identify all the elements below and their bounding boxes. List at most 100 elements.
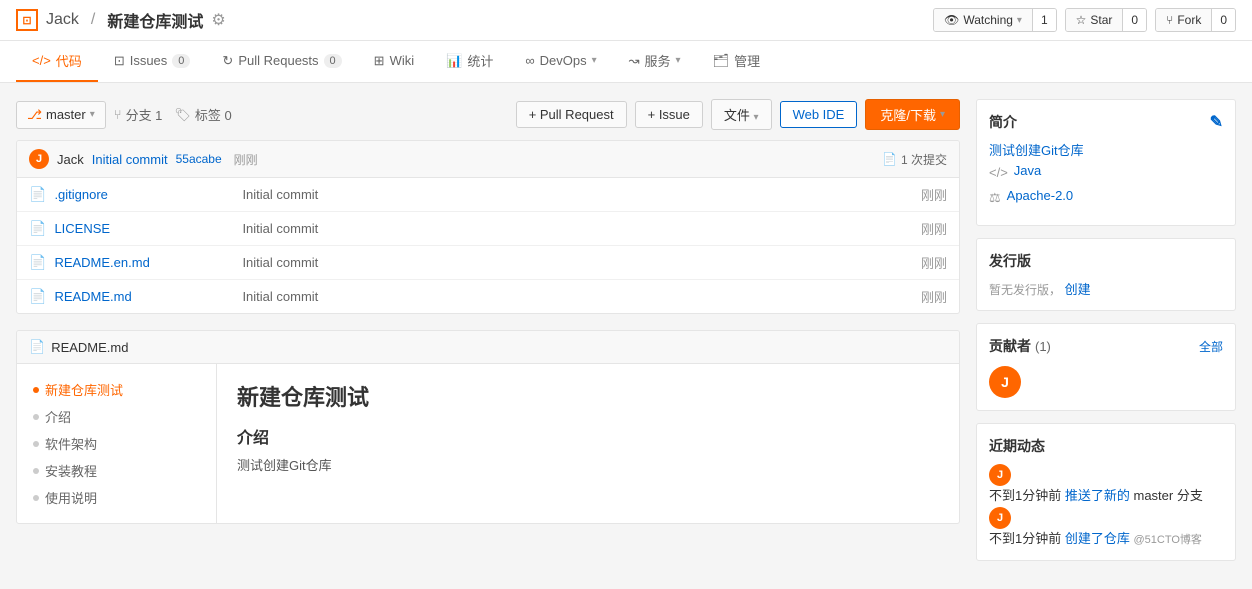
watching-button[interactable]: 👁 Watching ▾ (934, 9, 1033, 31)
tab-pullrequests[interactable]: ↻ Pull Requests 0 (206, 43, 357, 81)
repo-owner[interactable]: Jack (46, 11, 79, 29)
toc-bullet (33, 468, 39, 474)
file-name-readme-en[interactable]: README.en.md (54, 255, 234, 270)
issues-badge: 0 (172, 54, 190, 68)
toc-label-install: 安装教程 (45, 461, 97, 480)
manage-icon: 🗂 (713, 53, 730, 69)
contributor-avatar[interactable]: J (989, 366, 1021, 398)
contributors-count: (1) (1035, 339, 1051, 354)
intro-title: 简介 ✎ (989, 112, 1223, 132)
toc-item-main[interactable]: 新建仓库测试 (17, 376, 216, 403)
create-release-button[interactable]: 创建 (1065, 282, 1091, 297)
webide-button[interactable]: Web IDE (780, 101, 858, 128)
toc-item-arch[interactable]: 软件架构 (17, 430, 216, 457)
repo-title: ⊡ Jack / 新建仓库测试 ⚙ (16, 8, 226, 32)
tab-issues-label: Issues (130, 53, 168, 68)
activity-suffix-0: master 分支 (1134, 488, 1203, 503)
branch-count-label: 分支 1 (126, 105, 163, 124)
contributor-letter: J (1001, 374, 1009, 390)
activity-at-user-1: @51CTO博客 (1134, 534, 1202, 546)
tab-services[interactable]: ↝ 服务 ▾ (613, 41, 697, 82)
toc-item-usage[interactable]: 使用说明 (17, 484, 216, 511)
license-icon: ⚖ (989, 190, 1001, 206)
watching-group: 👁 Watching ▾ 1 (933, 8, 1057, 32)
contributors-list: J (989, 366, 1223, 398)
fork-icon: ⑂ (1166, 13, 1173, 27)
file-button[interactable]: 文件 ▾ (711, 99, 772, 130)
activity-item-1: J 不到1分钟前 创建了仓库 @51CTO博客 (989, 507, 1223, 549)
repo-name[interactable]: 新建仓库测试 (107, 8, 203, 32)
no-release-text: 暂无发行版， 创建 (989, 279, 1223, 298)
star-label: Star (1090, 13, 1112, 27)
commit-message[interactable]: Initial commit (92, 152, 168, 167)
file-row: 📄 LICENSE Initial commit 刚刚 (17, 212, 959, 246)
readme-toc: 新建仓库测试 介绍 软件架构 安装教程 (17, 364, 217, 523)
clone-button[interactable]: 克隆/下载 ▾ (865, 99, 960, 130)
tags-count: 🏷 标签 0 (174, 105, 231, 124)
tab-stats[interactable]: 📊 统计 (430, 41, 509, 82)
file-time-readme-en: 刚刚 (921, 253, 947, 272)
toc-bullet (33, 414, 39, 420)
commit-hash[interactable]: 55acabe (176, 152, 222, 166)
issue-button[interactable]: + Issue (635, 101, 703, 128)
toc-item-intro[interactable]: 介绍 (17, 403, 216, 430)
branch-icon: ⎇ (27, 107, 42, 123)
activity-text-1: 不到1分钟前 创建了仓库 @51CTO博客 (989, 529, 1223, 549)
file-name-license[interactable]: LICENSE (54, 221, 234, 236)
tab-issues[interactable]: ⊡ Issues 0 (98, 43, 207, 81)
tab-manage[interactable]: 🗂 管理 (697, 41, 777, 82)
top-header: ⊡ Jack / 新建仓库测试 ⚙ 👁 Watching ▾ 1 ☆ Star … (0, 0, 1252, 41)
activity-title-label: 近期动态 (989, 436, 1045, 456)
branch-chevron: ▾ (90, 109, 95, 120)
clone-label: 克隆/下载 (880, 105, 936, 124)
issues-icon: ⊡ (114, 53, 125, 69)
edit-button[interactable]: ✎ (1210, 112, 1223, 132)
activity-link-0[interactable]: 推送了新的 (1065, 488, 1130, 503)
activity-item-0: J 不到1分钟前 推送了新的 master 分支 (989, 464, 1223, 506)
toc-bullet (33, 387, 39, 393)
branch-selector[interactable]: ⎇ master ▾ (16, 101, 106, 129)
file-row: 📄 .gitignore Initial commit 刚刚 (17, 178, 959, 212)
contributors-header: 贡献者 (1) 全部 (989, 336, 1223, 356)
watching-count: 1 (1033, 9, 1056, 31)
commit-author[interactable]: Jack (57, 152, 84, 167)
lang-label[interactable]: Java (1014, 163, 1041, 178)
main-content: ⎇ master ▾ ⑂ 分支 1 🏷 标签 0 + Pull Request … (0, 83, 1252, 589)
services-icon: ↝ (629, 53, 640, 69)
wiki-icon: ⊞ (374, 53, 385, 69)
fork-button[interactable]: ⑂ Fork (1156, 9, 1212, 31)
readme-title: README.md (51, 340, 128, 355)
readme-body: 新建仓库测试 介绍 软件架构 安装教程 (17, 364, 959, 523)
activity-time-0: 不到1分钟前 (989, 488, 1061, 503)
intro-title-label: 简介 (989, 112, 1017, 132)
toc-bullet (33, 441, 39, 447)
intro-link[interactable]: 测试创建Git仓库 (989, 140, 1223, 159)
pull-request-button[interactable]: + Pull Request (516, 101, 627, 128)
toc-label-arch: 软件架构 (45, 434, 97, 453)
star-button[interactable]: ☆ Star (1066, 9, 1124, 31)
nav-tabs: </> 代码 ⊡ Issues 0 ↻ Pull Requests 0 ⊞ Wi… (0, 41, 1252, 83)
file-commit-readme: Initial commit (242, 289, 913, 304)
toc-item-install[interactable]: 安装教程 (17, 457, 216, 484)
no-release-label: 暂无发行版， (989, 283, 1061, 297)
tab-code[interactable]: </> 代码 (16, 41, 98, 82)
tab-stats-label: 统计 (467, 51, 493, 70)
tab-wiki-label: Wiki (390, 53, 415, 68)
contributors-title: 贡献者 (1) (989, 336, 1051, 356)
file-name-readme[interactable]: README.md (54, 289, 234, 304)
activity-section: 近期动态 J 不到1分钟前 推送了新的 master 分支 J 不到1分钟前 (976, 423, 1236, 561)
readme-header: 📄 README.md (17, 331, 959, 364)
commit-count-icon: 📄 (882, 152, 897, 166)
readme-h1: 新建仓库测试 (237, 380, 939, 412)
file-chevron: ▾ (754, 112, 759, 123)
file-name-gitignore[interactable]: .gitignore (54, 187, 234, 202)
all-contributors-link[interactable]: 全部 (1199, 338, 1223, 355)
file-row: 📄 README.en.md Initial commit 刚刚 (17, 246, 959, 280)
settings-icon[interactable]: ⚙ (211, 10, 225, 30)
right-panel: 简介 ✎ 测试创建Git仓库 </> Java ⚖ Apache-2.0 发行版… (976, 99, 1236, 573)
license-label[interactable]: Apache-2.0 (1007, 188, 1074, 203)
tab-devops[interactable]: ∞ DevOps ▾ (509, 43, 612, 80)
services-chevron: ▾ (676, 55, 681, 66)
tab-wiki[interactable]: ⊞ Wiki (358, 43, 430, 81)
activity-link-1[interactable]: 创建了仓库 (1065, 531, 1130, 546)
